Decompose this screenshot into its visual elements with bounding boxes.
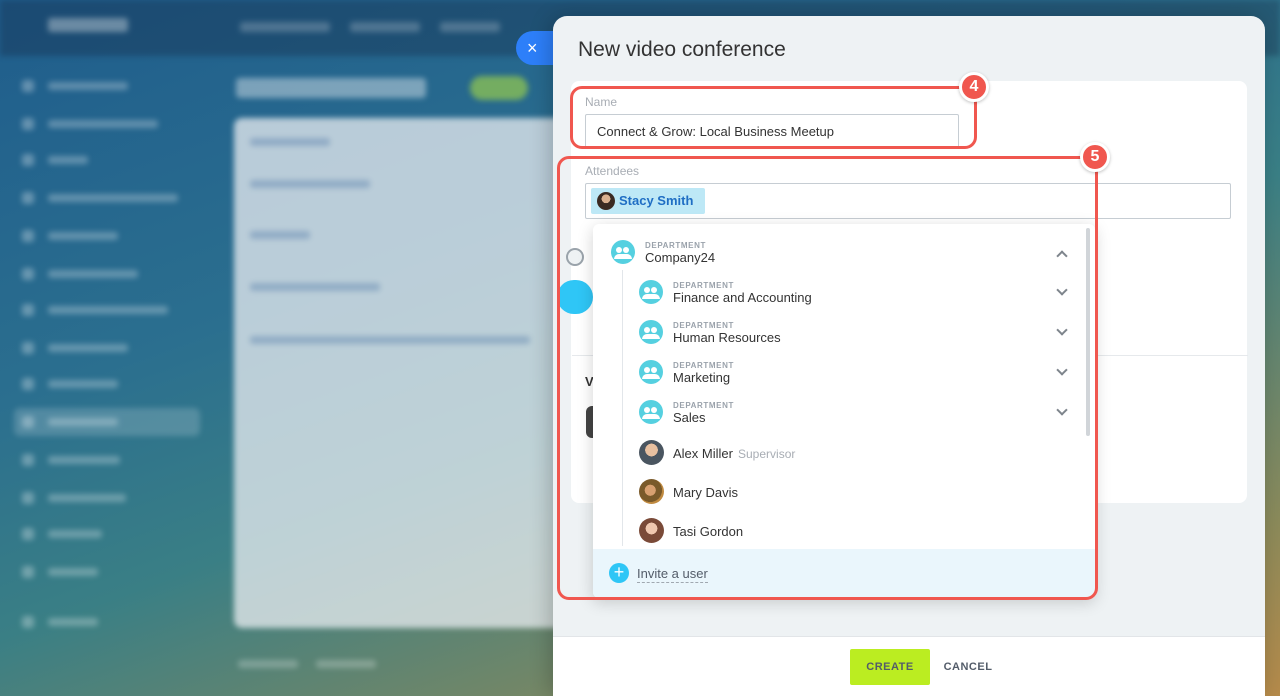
background-sidebar-item [14, 370, 200, 398]
background-sidebar-item [14, 608, 200, 636]
background-row [250, 283, 380, 291]
background-sidebar-item [14, 184, 200, 212]
create-button[interactable]: CREATE [850, 649, 930, 685]
background-row [250, 231, 310, 239]
background-sidebar-item [14, 222, 200, 250]
close-icon: × [527, 38, 538, 58]
background-footer-text [238, 660, 298, 668]
background-heading [236, 78, 426, 98]
slider-title: New video conference [578, 38, 786, 61]
background-tab [240, 22, 330, 32]
background-sidebar-item [14, 296, 200, 324]
background-sidebar-item [14, 334, 200, 362]
background-logo [48, 18, 128, 32]
background-sidebar-item [14, 72, 200, 100]
background-sidebar-item [14, 110, 200, 138]
background-row [250, 180, 370, 188]
cancel-button[interactable]: CANCEL [937, 649, 999, 685]
attendees-field-callout [557, 156, 1098, 600]
background-sidebar-item [14, 146, 200, 174]
slider-footer: CREATE CANCEL [553, 636, 1265, 696]
background-tab [440, 22, 500, 32]
background-row [250, 138, 330, 146]
background-footer-text [316, 660, 376, 668]
name-field-callout [570, 86, 977, 149]
background-sidebar-item [14, 558, 200, 586]
background-sidebar-item [14, 484, 200, 512]
background-sidebar-item-active [14, 408, 200, 436]
background-panel [234, 118, 564, 628]
background-row [250, 336, 530, 344]
background-sidebar-item [14, 446, 200, 474]
background-button [470, 76, 528, 100]
background-sidebar-item [14, 260, 200, 288]
background-tab [350, 22, 420, 32]
step-badge-4: 4 [959, 72, 989, 102]
step-badge-5: 5 [1080, 142, 1110, 172]
background-sidebar-item [14, 520, 200, 548]
